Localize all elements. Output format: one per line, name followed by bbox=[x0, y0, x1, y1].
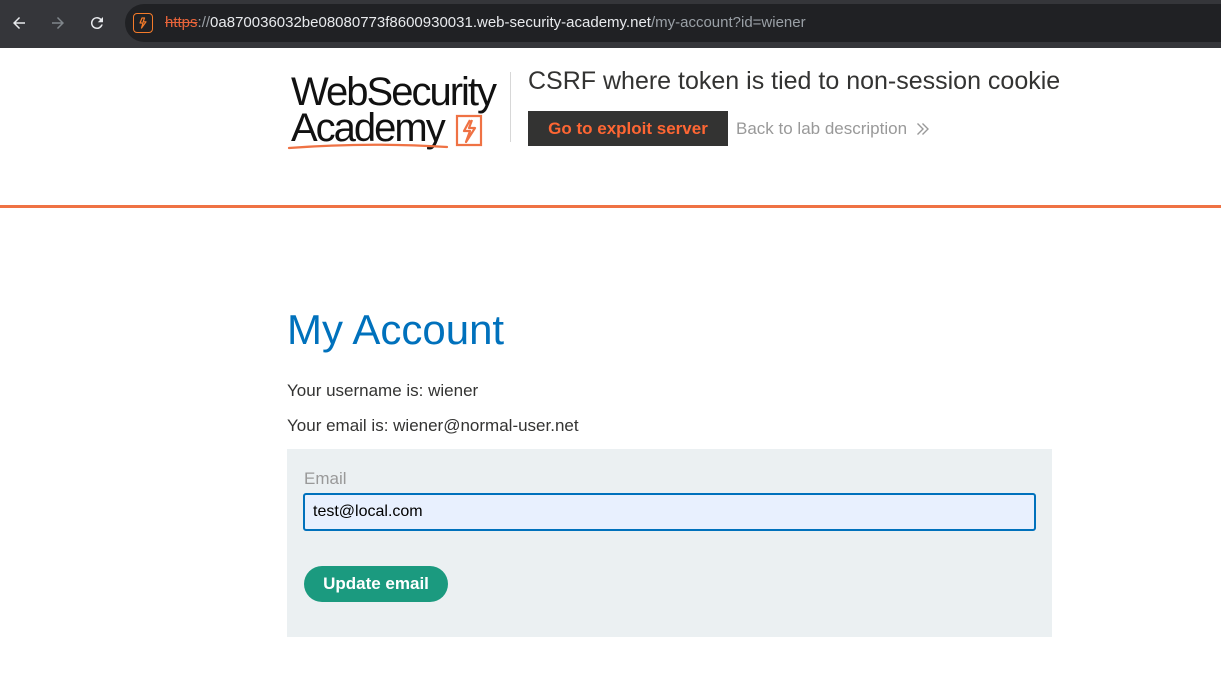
url-scheme: https bbox=[165, 14, 198, 31]
reload-icon bbox=[90, 17, 103, 30]
reload-button[interactable] bbox=[84, 10, 110, 36]
site-lightning-icon bbox=[139, 17, 147, 29]
forward-arrow-icon bbox=[52, 17, 64, 29]
username-text: Your username is: wiener bbox=[287, 381, 479, 400]
back-arrow-icon bbox=[13, 17, 25, 29]
header-divider bbox=[510, 72, 511, 142]
url-host: 0a870036032be08080773f8600930031.web-sec… bbox=[210, 14, 651, 31]
logo-underline-swoosh bbox=[287, 143, 449, 150]
address-bar[interactable]: https://0a870036032be08080773f8600930031… bbox=[125, 4, 1221, 42]
email-input[interactable] bbox=[303, 493, 1036, 531]
site-info-button[interactable] bbox=[133, 13, 153, 33]
back-to-lab-description-link[interactable]: Back to lab description bbox=[736, 119, 930, 139]
web-security-academy-logo[interactable]: WebSecurity Academy bbox=[287, 70, 509, 154]
url-path: /my-account?id=wiener bbox=[650, 14, 806, 31]
page-title: My Account bbox=[287, 306, 505, 353]
email-text: Your email is: wiener@normal-user.net bbox=[287, 416, 579, 435]
forward-button[interactable] bbox=[45, 10, 71, 36]
url-separator: :// bbox=[197, 14, 211, 31]
url-text[interactable]: https://0a870036032be08080773f8600930031… bbox=[165, 14, 806, 32]
email-label: Email bbox=[304, 469, 347, 488]
lab-title: CSRF where token is tied to non-session … bbox=[528, 67, 1061, 95]
double-chevron-right-icon bbox=[917, 123, 930, 135]
change-email-form: Email Update email bbox=[287, 449, 1052, 637]
header-orange-rule bbox=[0, 205, 1221, 208]
back-button[interactable] bbox=[6, 10, 32, 36]
update-email-button[interactable]: Update email bbox=[304, 566, 448, 602]
browser-toolbar: https://0a870036032be08080773f8600930031… bbox=[0, 0, 1221, 48]
go-to-exploit-server-button[interactable]: Go to exploit server bbox=[528, 111, 728, 146]
back-link-label: Back to lab description bbox=[736, 119, 908, 138]
